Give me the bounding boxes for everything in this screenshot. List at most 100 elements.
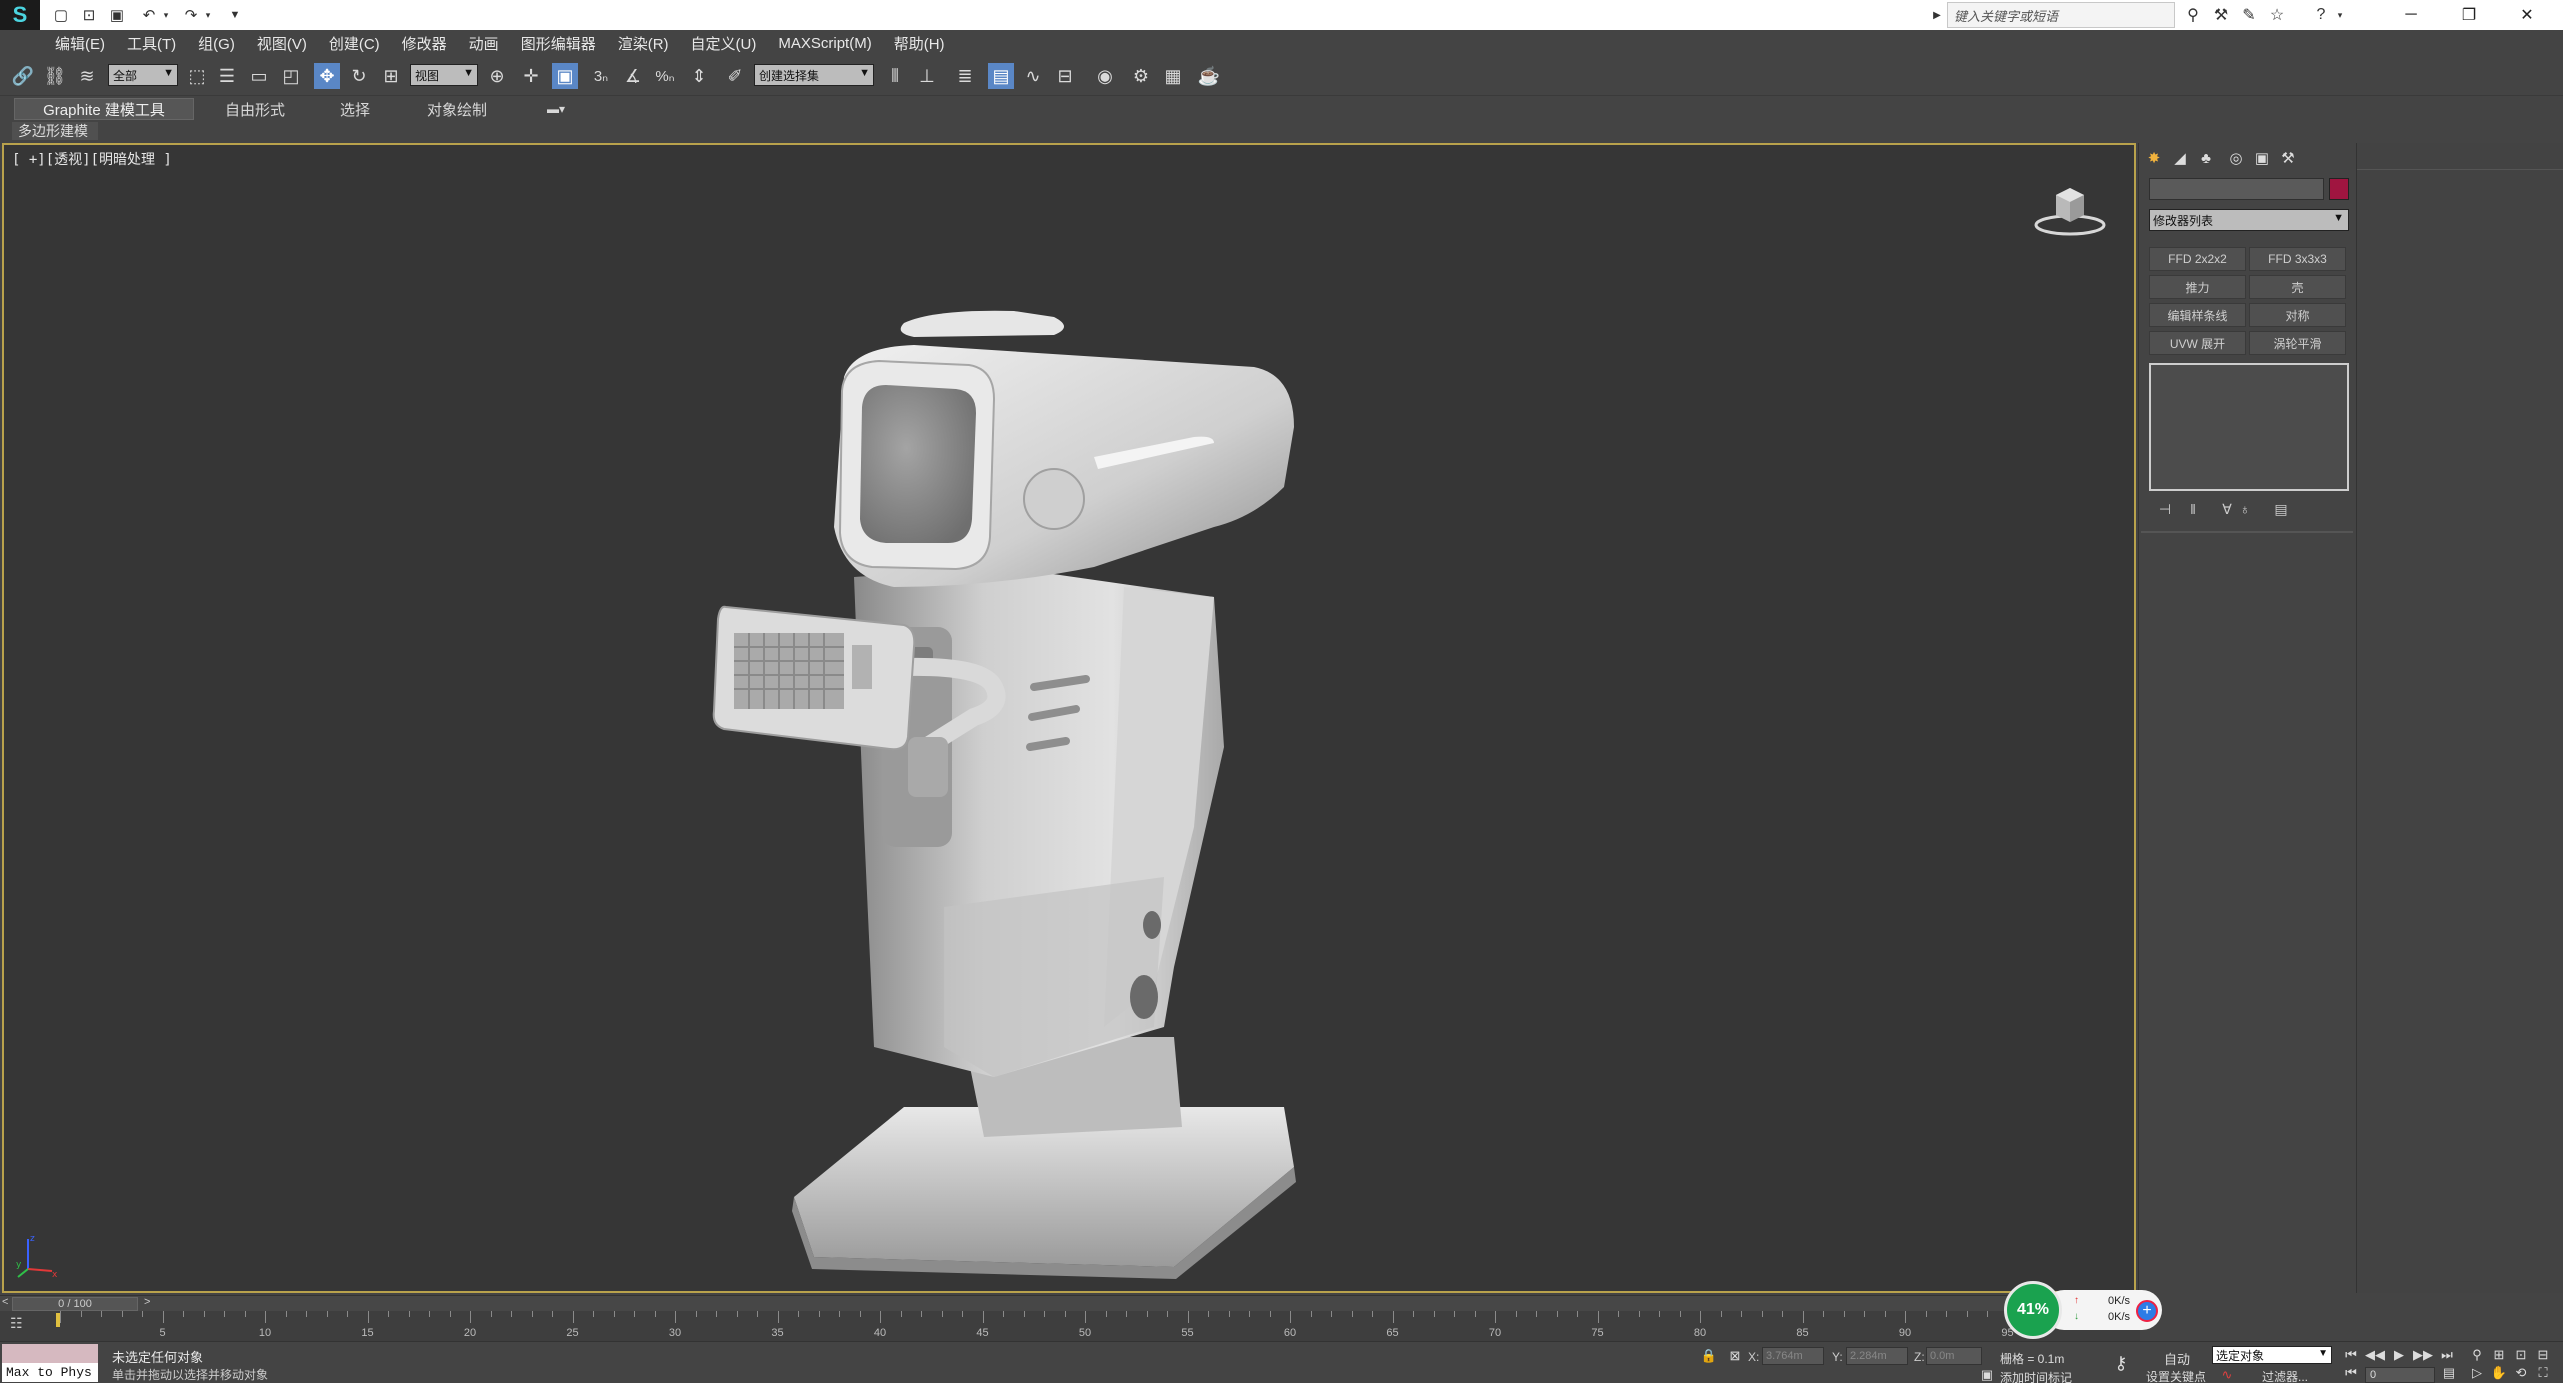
select-object-icon[interactable]: ⬚ xyxy=(184,63,210,89)
menu-maxscript[interactable]: MAXScript(M) xyxy=(778,35,871,52)
y-coord-field[interactable]: 2.284m xyxy=(1846,1347,1908,1365)
menu-graph-editors[interactable]: 图形编辑器 xyxy=(521,33,596,54)
redo-icon[interactable]: ↷ xyxy=(180,4,202,26)
menu-customize[interactable]: 自定义(U) xyxy=(691,33,757,54)
utilities-panel-icon[interactable]: ⚒ xyxy=(2277,147,2299,169)
spinner-snap-icon[interactable]: ⇕ xyxy=(686,63,712,89)
rect-selection-icon[interactable]: ▭ xyxy=(246,63,272,89)
help-icon[interactable]: ? xyxy=(2308,3,2334,27)
perspective-viewport[interactable]: [ +][透视][明暗处理 ] z x y xyxy=(2,143,2136,1293)
track-bar[interactable]: ☷ 5 10 15 20 25 30 35 40 45 50 55 60 65 70 75 80 85 90 95 xyxy=(0,1311,2140,1341)
link-icon[interactable]: 🔗 xyxy=(10,63,36,89)
mirror-icon[interactable]: ⫴ xyxy=(882,63,908,89)
window-crossing-icon[interactable]: ◰ xyxy=(278,63,304,89)
pivot-center-icon[interactable]: ⊕ xyxy=(484,63,510,89)
menu-help[interactable]: 帮助(H) xyxy=(894,33,945,54)
align-icon[interactable]: ⊥ xyxy=(914,63,940,89)
zoom-icon[interactable]: ⚲ xyxy=(2468,1346,2486,1364)
z-coord-field[interactable]: 0.0m xyxy=(1926,1347,1982,1365)
menu-views[interactable]: 视图(V) xyxy=(257,33,307,54)
keyboard-shortcut-override-icon[interactable]: ▣ xyxy=(552,63,578,89)
time-next-icon[interactable]: > xyxy=(144,1296,150,1308)
curve-editor-icon[interactable]: ∿ xyxy=(1020,63,1046,89)
create-panel-icon[interactable]: ✸ xyxy=(2143,147,2165,169)
goto-end-icon[interactable]: ⏭ xyxy=(2438,1346,2456,1364)
bind-spacewarp-icon[interactable]: ≋ xyxy=(74,63,100,89)
absolute-mode-icon[interactable]: ⊠ xyxy=(1726,1347,1744,1365)
play-icon[interactable]: ▶ xyxy=(2390,1346,2408,1364)
menu-edit[interactable]: 编辑(E) xyxy=(55,33,105,54)
render-setup-icon[interactable]: ⚙ xyxy=(1128,63,1154,89)
object-name-field[interactable] xyxy=(2149,178,2324,200)
tab-graphite-modeling[interactable]: Graphite 建模工具 xyxy=(14,98,194,120)
x-coord-field[interactable]: 3.764m xyxy=(1762,1347,1824,1365)
shell-button[interactable]: 壳 xyxy=(2249,275,2346,299)
viewcube-icon[interactable] xyxy=(2030,181,2110,239)
favorites-star-icon[interactable]: ☆ xyxy=(2264,3,2290,27)
undo-icon[interactable]: ↶ xyxy=(138,4,160,26)
field-of-view-icon[interactable]: ▷ xyxy=(2468,1364,2486,1382)
close-button[interactable]: ✕ xyxy=(2502,0,2552,30)
turbosmooth-button[interactable]: 涡轮平滑 xyxy=(2249,331,2346,355)
layer-manager-icon[interactable]: ≣ xyxy=(952,63,978,89)
menu-tools[interactable]: 工具(T) xyxy=(127,33,176,54)
select-move-icon[interactable]: ✥ xyxy=(314,63,340,89)
tab-object-paint[interactable]: 对象绘制 xyxy=(406,98,508,120)
selection-filter-dropdown[interactable]: 全部 ▼ xyxy=(108,64,178,86)
graphite-toggle-icon[interactable]: ▤ xyxy=(988,63,1014,89)
object-color-swatch[interactable] xyxy=(2329,178,2349,200)
render-production-icon[interactable]: ☕ xyxy=(1196,63,1222,89)
quick-access-customize-icon[interactable]: ▼ xyxy=(224,4,246,26)
display-panel-icon[interactable]: ▣ xyxy=(2251,147,2273,169)
search-expand-icon[interactable]: ▶ xyxy=(1930,3,1944,27)
tools-icon[interactable]: ⚒ xyxy=(2208,3,2234,27)
make-unique-icon[interactable]: ∀ xyxy=(2217,499,2237,519)
maxscript-output[interactable] xyxy=(2,1344,98,1363)
pin-stack-icon[interactable]: ⊣ xyxy=(2155,499,2175,519)
manipulate-icon[interactable]: ✛ xyxy=(518,63,544,89)
ribbon-panel-polygon-modeling[interactable]: 多边形建模 xyxy=(12,122,98,140)
save-icon[interactable]: ▣ xyxy=(106,4,128,26)
key-filter-curve-icon[interactable]: ∿ xyxy=(2218,1366,2236,1383)
time-slider-handle[interactable]: 0 / 100 xyxy=(12,1297,138,1311)
ffd-3x3x3-button[interactable]: FFD 3x3x3 xyxy=(2249,247,2346,271)
boost-plus-icon[interactable]: + xyxy=(2136,1300,2158,1322)
symmetry-button[interactable]: 对称 xyxy=(2249,303,2346,327)
restore-button[interactable]: ❐ xyxy=(2444,0,2494,30)
current-frame-field[interactable]: 0 xyxy=(2365,1367,2435,1383)
key-mode-toggle-icon[interactable]: ⏮ xyxy=(2342,1364,2360,1382)
open-file-icon[interactable]: ⊡ xyxy=(78,4,100,26)
key-selection-dropdown[interactable]: 选定对象 ▼ xyxy=(2212,1346,2332,1364)
menu-group[interactable]: 组(G) xyxy=(198,33,235,54)
undo-dropdown-icon[interactable]: ▾ xyxy=(160,4,172,26)
menu-animation[interactable]: 动画 xyxy=(469,33,499,54)
network-monitor-widget[interactable]: ↑ ↓ 0K/s 0K/s + 41% xyxy=(2004,1281,2162,1339)
uvw-unwrap-button[interactable]: UVW 展开 xyxy=(2149,331,2246,355)
menu-create[interactable]: 创建(C) xyxy=(329,33,380,54)
auto-key-button[interactable]: 自动 xyxy=(2164,1349,2190,1368)
select-scale-icon[interactable]: ⊞ xyxy=(378,63,404,89)
key-filters-button[interactable]: 过滤器... xyxy=(2262,1368,2308,1383)
minimize-button[interactable]: ─ xyxy=(2386,0,2436,30)
time-tag-icon[interactable]: ▣ xyxy=(1978,1366,1996,1383)
select-rotate-icon[interactable]: ↻ xyxy=(346,63,372,89)
new-file-icon[interactable]: ▢ xyxy=(50,4,72,26)
push-button[interactable]: 推力 xyxy=(2149,275,2246,299)
snaps-toggle-icon[interactable]: 3ₙ xyxy=(588,63,614,89)
show-end-result-icon[interactable]: ‖ xyxy=(2183,499,2203,519)
communication-icon[interactable]: ✎ xyxy=(2236,3,2262,27)
hierarchy-panel-icon[interactable]: ♣ xyxy=(2195,147,2217,169)
modify-panel-icon[interactable]: ◢ xyxy=(2169,147,2191,169)
zoom-extents-all-icon[interactable]: ⊟ xyxy=(2534,1346,2552,1364)
material-editor-icon[interactable]: ◉ xyxy=(1092,63,1118,89)
tab-freeform[interactable]: 自由形式 xyxy=(208,98,302,120)
motion-panel-icon[interactable]: ◎ xyxy=(2225,147,2247,169)
edit-named-selection-icon[interactable]: ✐ xyxy=(722,63,748,89)
ffd-2x2x2-button[interactable]: FFD 2x2x2 xyxy=(2149,247,2246,271)
add-time-tag[interactable]: 添加时间标记 xyxy=(2000,1369,2072,1383)
modifier-stack-view[interactable] xyxy=(2149,363,2349,491)
mini-curve-editor-icon[interactable]: ☷ xyxy=(10,1315,23,1332)
unlink-icon[interactable]: ⛓ xyxy=(42,63,68,89)
time-slider[interactable]: < 0 / 100 > xyxy=(0,1295,2140,1311)
tab-selection[interactable]: 选择 xyxy=(318,98,392,120)
